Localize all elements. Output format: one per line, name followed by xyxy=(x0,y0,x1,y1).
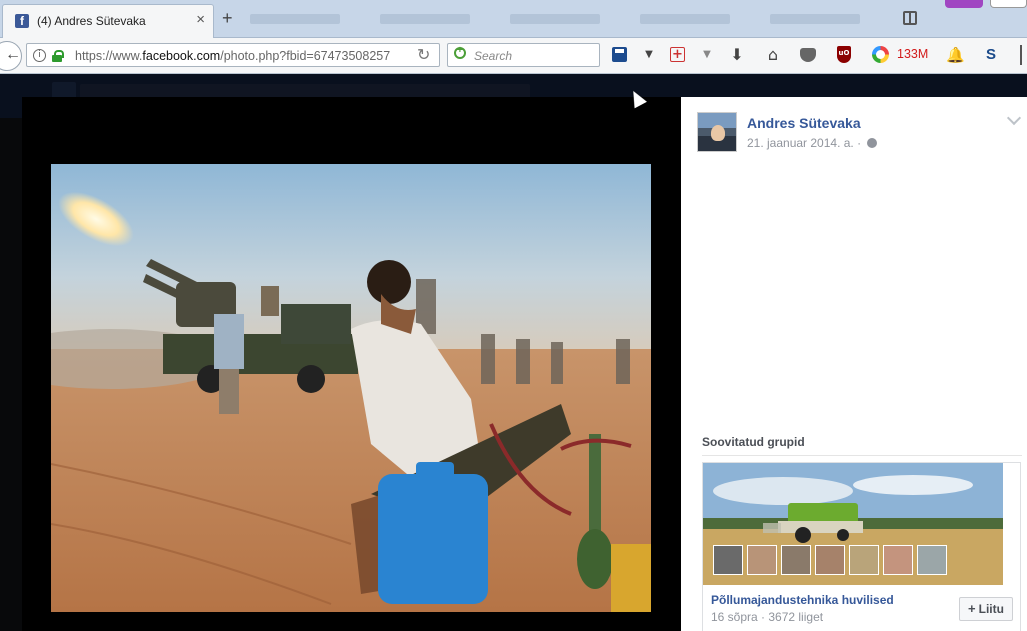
tab-strip: f (4) Andres Sütevaka × + xyxy=(0,0,1027,38)
photo-image xyxy=(51,164,651,612)
globe-icon xyxy=(867,138,878,148)
avatar[interactable] xyxy=(697,112,737,152)
ublock-icon[interactable]: uO xyxy=(837,46,851,63)
post-photo[interactable] xyxy=(51,164,651,612)
member-avatar[interactable] xyxy=(883,545,913,575)
download-icon[interactable]: ⬇ xyxy=(728,46,746,64)
group-meta: 16 sõpra · 3672 liiget xyxy=(711,610,824,624)
window-control-restore[interactable] xyxy=(990,0,1027,8)
photo-sidebar: Andres Sütevaka 21. jaanuar 2014. a. · S… xyxy=(681,97,1027,631)
new-tab-plus-icon[interactable]: + xyxy=(222,9,233,27)
url-prefix: https://www. xyxy=(75,49,143,63)
join-label: Liitu xyxy=(978,602,1004,616)
divider xyxy=(702,455,1022,456)
suggested-groups-title: Soovitatud grupid xyxy=(702,435,805,449)
addon-icon[interactable]: + xyxy=(670,47,685,62)
reload-icon[interactable]: ↻ xyxy=(417,45,430,64)
member-avatar[interactable] xyxy=(917,545,947,575)
browser-tab-active[interactable]: f (4) Andres Sütevaka × xyxy=(2,4,214,38)
home-icon[interactable]: ⌂ xyxy=(764,46,782,64)
member-avatar[interactable] xyxy=(747,545,777,575)
window-control-purple[interactable] xyxy=(945,0,983,8)
lock-icon[interactable] xyxy=(52,50,64,62)
reader-view-icon[interactable] xyxy=(903,11,917,25)
member-avatar[interactable] xyxy=(849,545,879,575)
author-name[interactable]: Andres Sütevaka xyxy=(747,115,861,131)
search-placeholder: Search xyxy=(474,49,513,63)
tab-title: (4) Andres Sütevaka xyxy=(37,14,146,28)
member-avatar[interactable] xyxy=(713,545,743,575)
member-avatar[interactable] xyxy=(781,545,811,575)
post-date[interactable]: 21. jaanuar 2014. a. · xyxy=(747,136,878,150)
url-path: /photo.php?fbid=67473508257 xyxy=(220,49,391,63)
tab-close-icon[interactable]: × xyxy=(196,12,205,28)
group-name[interactable]: Põllumajandustehnika huvilised xyxy=(711,593,894,607)
overflow-menu-icon[interactable] xyxy=(1020,45,1025,65)
pocket-icon[interactable] xyxy=(800,48,816,62)
memory-label[interactable]: 133M xyxy=(897,47,928,61)
memory-icon[interactable] xyxy=(872,46,889,63)
facebook-favicon-icon: f xyxy=(15,14,29,28)
join-group-button[interactable]: + Liitu xyxy=(959,597,1013,621)
search-input[interactable]: Search xyxy=(447,43,600,67)
group-member-avatars xyxy=(713,545,947,575)
info-icon[interactable]: i xyxy=(33,49,46,62)
search-icon xyxy=(454,45,466,59)
chevron-down-icon[interactable]: ▼ xyxy=(698,46,716,64)
plus-icon: + xyxy=(968,601,976,616)
background-tabs xyxy=(250,10,890,28)
s-icon[interactable]: S xyxy=(982,46,1000,64)
post-date-text: 21. jaanuar 2014. a. · xyxy=(747,136,862,150)
back-arrow-icon: ← xyxy=(5,46,21,63)
photo-viewer[interactable] xyxy=(22,97,681,631)
member-avatar[interactable] xyxy=(815,545,845,575)
notifications-icon[interactable]: 🔔 xyxy=(946,46,965,64)
save-icon[interactable] xyxy=(612,47,627,62)
chevron-down-icon[interactable] xyxy=(1006,110,1022,126)
url-text[interactable]: https://www.facebook.com/photo.php?fbid=… xyxy=(75,49,409,63)
url-domain: facebook.com xyxy=(142,49,221,63)
group-card: Põllumajandustehnika huvilised 16 sõpra … xyxy=(702,462,1021,631)
url-bar[interactable]: i https://www.facebook.com/photo.php?fbi… xyxy=(26,43,440,67)
chevron-down-icon[interactable]: ▼ xyxy=(640,46,658,64)
back-button[interactable]: ← xyxy=(0,41,22,71)
navigation-toolbar: ← i https://www.facebook.com/photo.php?f… xyxy=(0,38,1027,74)
